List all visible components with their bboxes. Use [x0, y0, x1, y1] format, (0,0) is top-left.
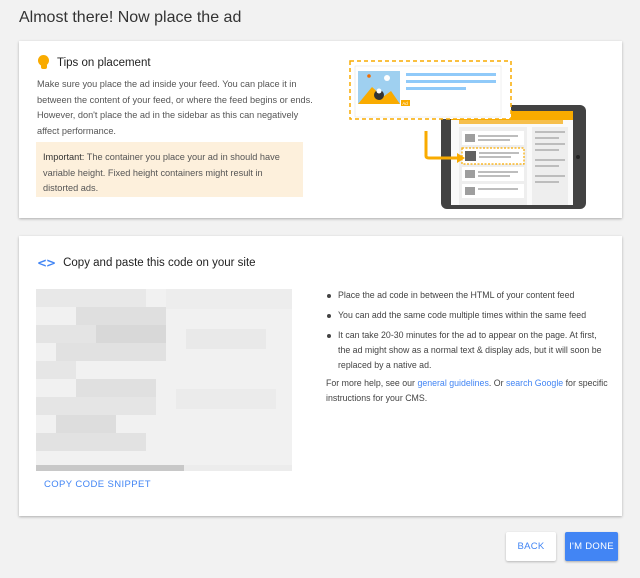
tips-body: Make sure you place the ad inside your f…: [37, 79, 313, 136]
code-brackets-icon: <>: [37, 256, 56, 270]
help-prefix: For more help, see our: [326, 378, 418, 388]
ad-badge: Ad: [402, 101, 408, 106]
code-card: <> Copy and paste this code on your site…: [19, 236, 622, 516]
page-title: Almost there! Now place the ad: [19, 9, 242, 26]
tips-title: Tips on placement: [57, 57, 151, 69]
help-text: For more help, see our general guideline…: [326, 376, 611, 406]
lightbulb-icon: [37, 55, 49, 71]
general-guidelines-link[interactable]: general guidelines: [417, 378, 488, 388]
im-done-button[interactable]: I'M DONE: [565, 532, 618, 561]
copy-code-snippet-link[interactable]: COPY CODE SNIPPET: [44, 479, 151, 490]
code-title: Copy and paste this code on your site: [63, 257, 256, 269]
list-item: It can take 20-30 minutes for the ad to …: [326, 328, 611, 373]
important-label: Important:: [43, 152, 85, 162]
list-item: Place the ad code in between the HTML of…: [326, 288, 611, 303]
code-header: <> Copy and paste this code on your site: [37, 256, 256, 270]
list-item: You can add the same code multiple times…: [326, 308, 611, 323]
search-google-link[interactable]: search Google: [506, 378, 563, 388]
back-button[interactable]: BACK: [506, 532, 556, 561]
instructions-list: Place the ad code in between the HTML of…: [326, 288, 611, 378]
placement-illustration: Ad: [349, 60, 586, 209]
important-note: Important: The container you place your …: [36, 142, 303, 197]
code-snippet-box[interactable]: [36, 289, 292, 471]
code-scrollbar-thumb[interactable]: [36, 465, 184, 471]
tips-header: Tips on placement: [37, 55, 151, 71]
help-mid: . Or: [488, 378, 506, 388]
tips-card: Tips on placement Make sure you place th…: [19, 41, 622, 218]
